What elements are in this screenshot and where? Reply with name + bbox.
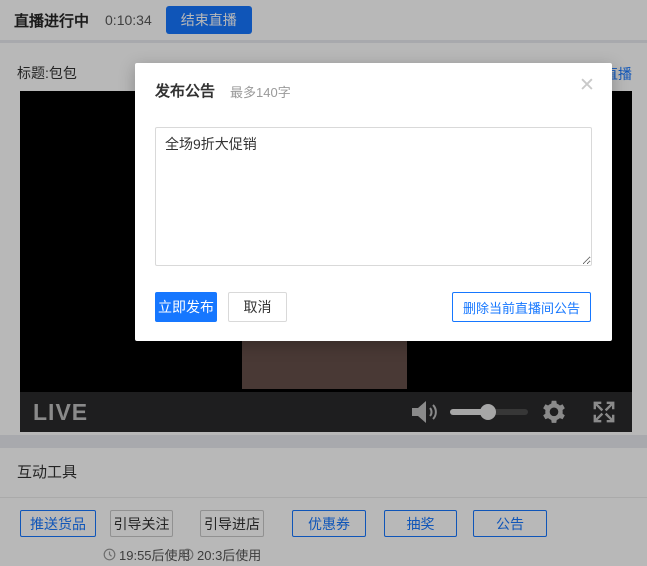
close-icon[interactable]: ✕ [575, 74, 599, 98]
delete-announcement-button[interactable]: 删除当前直播间公告 [452, 292, 591, 322]
announcement-textarea[interactable]: 全场9折大促销 [155, 127, 592, 266]
cancel-button[interactable]: 取消 [228, 292, 287, 322]
publish-now-button[interactable]: 立即发布 [155, 292, 217, 322]
max-length-hint: 最多140字 [230, 82, 291, 101]
publish-announcement-modal: 发布公告 最多140字 ✕ 全场9折大促销 立即发布 取消 删除当前直播间公告 [135, 63, 612, 341]
modal-title: 发布公告 [155, 80, 215, 101]
live-console-page: 直播进行中 0:10:34 结束直播 标题:包包 编辑直播 LIVE [0, 0, 647, 566]
